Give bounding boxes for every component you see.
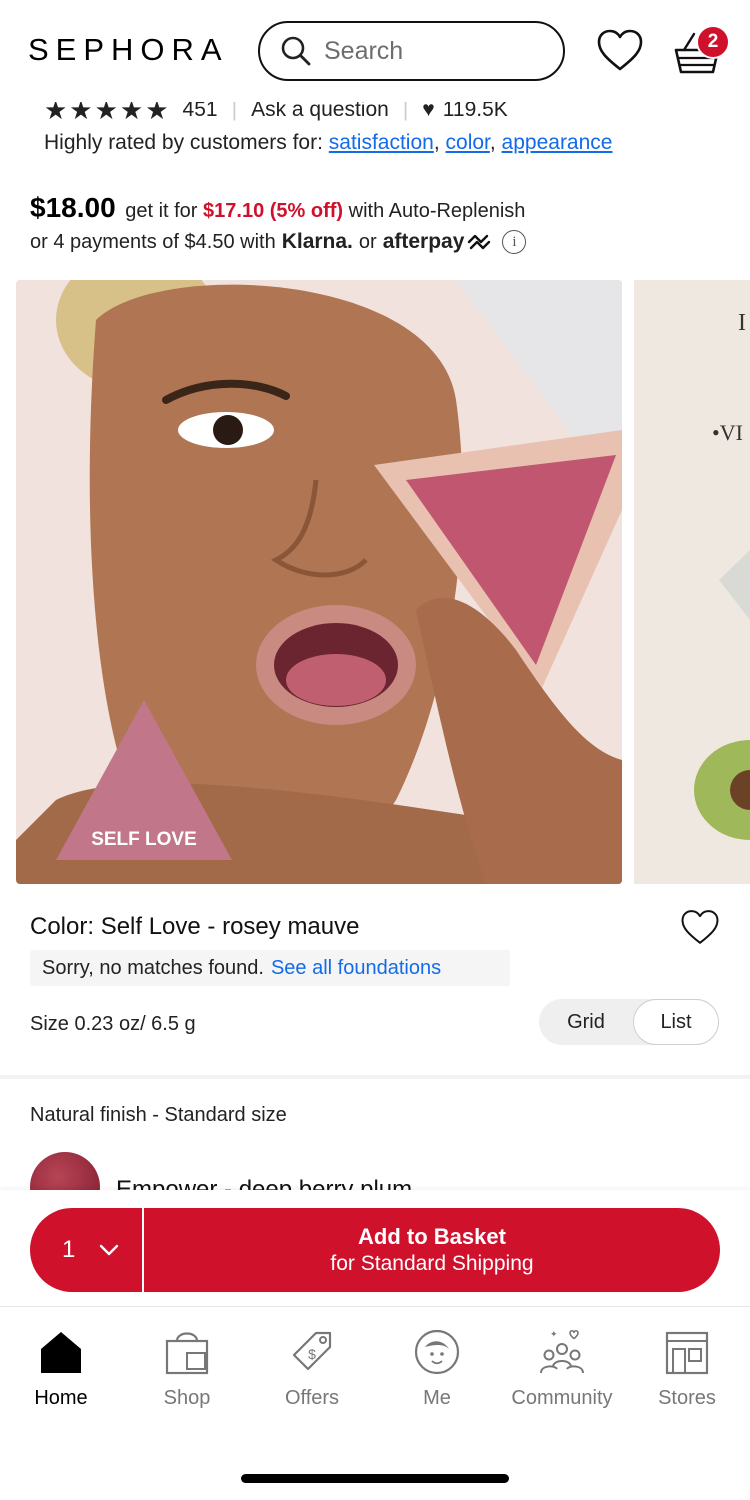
nav-offers-label: Offers	[284, 1387, 340, 1409]
installments-text: or 4 payments of $4.50 with	[30, 230, 276, 253]
view-toggle: Grid List	[539, 999, 719, 1045]
bottom-navigation: Home Shop $ Offers Me ✦ Community Stores	[0, 1306, 750, 1500]
profile-face-icon	[414, 1329, 460, 1375]
nav-shop[interactable]: Shop	[124, 1327, 250, 1410]
sephora-logo[interactable]: SEPHORA	[28, 32, 229, 68]
highlight-color-link[interactable]: color	[446, 131, 490, 154]
installments-line: or 4 payments of $4.50 with Klarna. or a…	[30, 230, 527, 254]
love-color-heart-icon[interactable]	[680, 908, 720, 946]
grid-view-button[interactable]: Grid	[539, 999, 633, 1045]
product-hero-image[interactable]: SELF LOVE	[16, 280, 622, 884]
nav-offers[interactable]: $ Offers	[249, 1327, 375, 1410]
nav-stores[interactable]: Stores	[624, 1327, 750, 1410]
app-header: SEPHORA 2	[0, 0, 750, 102]
chevron-down-icon	[100, 1244, 119, 1256]
nav-me[interactable]: Me	[374, 1327, 500, 1410]
no-matches-text: Sorry, no matches found.	[42, 956, 264, 979]
model-with-blush-illustration: SELF LOVE	[16, 280, 622, 884]
see-all-foundations-link[interactable]: See all foundations	[271, 957, 441, 980]
regular-price: $18.00	[30, 192, 116, 223]
shipping-method-label: for Standard Shipping	[330, 1252, 534, 1275]
color-swatch[interactable]	[30, 1152, 100, 1192]
list-view-button[interactable]: List	[633, 999, 719, 1045]
or-text: or	[358, 230, 377, 253]
highlight-satisfaction-link[interactable]: satisfaction	[329, 131, 434, 154]
community-people-icon: ✦	[540, 1329, 584, 1374]
review-highlights: Highly rated by customers for: satisfact…	[44, 131, 613, 154]
autoreplenish-text: with Auto-Replenish	[348, 200, 526, 222]
finish-size-label: Natural finish - Standard size	[30, 1104, 287, 1126]
search-bar[interactable]	[258, 21, 565, 81]
nav-home[interactable]: Home	[0, 1327, 124, 1410]
swatch-label: SELF LOVE	[91, 829, 197, 850]
section-divider	[0, 1075, 750, 1079]
shopping-bag-icon	[165, 1332, 209, 1375]
info-icon[interactable]: i	[502, 230, 527, 254]
search-input[interactable]	[324, 36, 544, 66]
home-icon	[41, 1332, 81, 1373]
autoreplenish-price: $17.10 (5% off)	[203, 200, 344, 222]
price-tag-icon: $	[292, 1331, 332, 1371]
highlight-appearance-link[interactable]: appearance	[502, 131, 613, 154]
highlights-prefix: Highly rated by customers for:	[44, 131, 323, 154]
afterpay-loop-icon	[468, 234, 491, 250]
nav-community[interactable]: ✦ Community	[499, 1327, 625, 1410]
svg-text:$: $	[308, 1346, 316, 1362]
quantity-selector[interactable]: 1	[30, 1208, 142, 1292]
no-matches-banner: Sorry, no matches found. See all foundat…	[30, 950, 510, 986]
add-to-basket-bar: 1 Add to Basket for Standard Shipping	[0, 1190, 750, 1306]
store-icon	[665, 1331, 709, 1375]
afterpay-logo[interactable]: afterpay	[383, 230, 465, 254]
klarna-logo[interactable]: Klarna.	[282, 230, 353, 254]
home-indicator	[241, 1474, 509, 1483]
next-hero-image-peek[interactable]: I •VI	[634, 280, 750, 884]
search-icon	[281, 36, 311, 66]
basket-count-badge: 2	[696, 25, 730, 59]
nav-community-label: Community	[511, 1387, 613, 1409]
add-to-basket-label: Add to Basket	[358, 1224, 506, 1249]
size-label: Size 0.23 oz/ 6.5 g	[30, 1013, 196, 1035]
selected-color-label: Color: Self Love - rosey mauve	[30, 913, 360, 940]
price-line: $18.00 get it for $17.10 (5% off) with A…	[30, 192, 525, 224]
add-to-basket-button[interactable]: Add to Basket for Standard Shipping	[144, 1208, 720, 1292]
nav-stores-label: Stores	[658, 1387, 716, 1409]
next-image-illustration	[694, 550, 750, 840]
nav-me-label: Me	[423, 1387, 451, 1409]
color-swatch-row[interactable]: Empower - deep berry plum	[30, 1152, 720, 1192]
nav-home-label: Home	[34, 1387, 88, 1409]
svg-text:✦: ✦	[550, 1330, 558, 1340]
quantity-value: 1	[62, 1236, 76, 1263]
favorites-heart-icon[interactable]	[596, 28, 644, 72]
nav-shop-label: Shop	[163, 1387, 211, 1409]
get-it-for-text: get it for	[125, 200, 198, 222]
